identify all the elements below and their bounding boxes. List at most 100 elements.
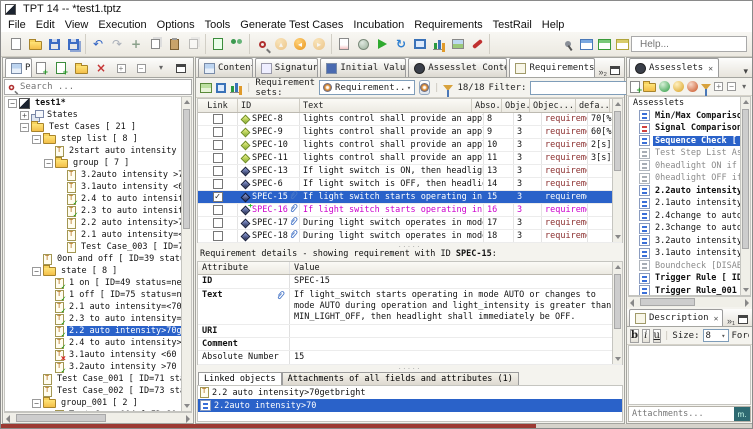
filter-input[interactable] <box>530 81 638 95</box>
save-icon[interactable] <box>45 35 63 53</box>
view-menu-icon[interactable]: ▾ <box>743 66 748 77</box>
help-search-box[interactable] <box>631 36 747 52</box>
scroll-up-icon[interactable] <box>615 265 621 269</box>
run-tests-icon[interactable] <box>373 35 391 53</box>
new-variant-icon[interactable] <box>52 59 70 77</box>
project-tree-item[interactable]: 2.3 to auto intensity=<70getdar <box>5 313 191 325</box>
menu-item-file[interactable]: File <box>3 19 31 31</box>
requirement-document-icon[interactable] <box>216 79 226 97</box>
tab-assesslet-content[interactable]: Assesslet Content <box>408 58 507 77</box>
details-row[interactable]: Absolute Number15 <box>198 351 622 365</box>
project-tree-item[interactable]: Test Case_001 [ ID=71 status=new <box>5 373 191 385</box>
project-hscrollbar[interactable] <box>4 412 192 423</box>
project-tree-item[interactable]: 3.2auto intensity >70 and >3s <box>5 361 191 373</box>
project-tree-item[interactable]: −Test Cases [ 21 ] <box>5 121 191 133</box>
assesslet-item[interactable]: 3.2auto intensity>70 3s [ II <box>629 235 750 248</box>
assesslet-item[interactable]: Assesslets <box>629 97 750 110</box>
project-tree-item[interactable]: 2.4 to auto intensity>70 [ <box>5 193 191 205</box>
link-checkbox[interactable] <box>213 127 223 137</box>
scroll-thumb[interactable] <box>614 274 621 329</box>
project-tree-item[interactable]: 2.4 to auto intensity>70getbrig <box>5 337 191 349</box>
assesslet-item[interactable]: 0headlight ON if switch ON <box>629 160 750 173</box>
details-row[interactable]: TextIf light_switch starts operating in … <box>198 289 622 325</box>
assesslet-item[interactable]: Boundcheck [DISABLED] [ ID=1 <box>629 260 750 273</box>
perspective-yellow-icon[interactable] <box>613 35 631 53</box>
open-assesslet-icon[interactable] <box>643 78 656 96</box>
search-icon[interactable] <box>253 35 271 53</box>
requirement-row[interactable]: SPEC-18During light switch operates in m… <box>198 230 622 243</box>
project-tree-item[interactable]: 2.2 auto intensity>70 [ ID= <box>5 217 191 229</box>
collapse-icon[interactable]: − <box>32 267 41 276</box>
column-header-objec[interactable]: Objec... <box>530 99 576 112</box>
details-row[interactable]: IDSPEC-15 <box>198 275 622 289</box>
assesslet-item[interactable]: 0headlight OFF if switch OFF <box>629 172 750 185</box>
requirement-row[interactable]: SPEC-8lights control shall provide an ap… <box>198 113 622 126</box>
requirement-row[interactable]: SPEC-17During light switch operates in m… <box>198 217 622 230</box>
copy-icon[interactable] <box>146 35 164 53</box>
build-tools-icon[interactable] <box>468 35 486 53</box>
save-all-icon[interactable] <box>64 35 82 53</box>
image-viewer-icon[interactable] <box>449 35 467 53</box>
view-menu-icon[interactable]: ▾ <box>739 78 749 96</box>
attachments-button[interactable]: m. <box>734 407 750 421</box>
project-tree-item[interactable]: −step list [ 8 ] <box>5 133 191 145</box>
report-icon[interactable] <box>335 35 353 53</box>
attachments-input[interactable] <box>629 409 734 419</box>
chart-icon[interactable] <box>430 35 448 53</box>
attachments-field[interactable]: m. <box>628 406 751 422</box>
assesslet-item[interactable]: Sequence Check [ ID=33 ] <box>629 135 750 148</box>
menu-item-generate-test-cases[interactable]: Generate Test Cases <box>235 19 348 31</box>
project-tree-item[interactable]: 2.3 to auto intensity=<70 [ <box>5 205 191 217</box>
scroll-thumb[interactable] <box>614 111 621 171</box>
project-tree-item[interactable]: −group [ 7 ] <box>5 157 191 169</box>
expand-icon[interactable]: + <box>20 111 29 120</box>
open-project-icon[interactable] <box>26 35 44 53</box>
collapse-icon[interactable]: − <box>32 135 41 144</box>
scroll-left-icon[interactable] <box>630 299 634 307</box>
project-tree-item[interactable]: 0on and off [ ID=39 status=new ] <box>5 253 191 265</box>
link-checkbox[interactable] <box>213 231 223 241</box>
linked-tab-1[interactable]: Attachments of all fields and attributes… <box>282 372 519 385</box>
tab-content[interactable]: Content <box>198 58 253 77</box>
requirement-row[interactable]: SPEC-11lights control shall provide an a… <box>198 152 622 165</box>
link-checkbox[interactable] <box>213 218 223 228</box>
tab-overflow-indicator[interactable]: »₁ <box>727 316 735 326</box>
requirement-row[interactable]: SPEC-13If light switch is ON, then headl… <box>198 165 622 178</box>
menu-item-options[interactable]: Options <box>152 19 200 31</box>
assesslet-item[interactable]: Test Step List Assessments <box>629 147 750 160</box>
menu-item-incubation[interactable]: Incubation <box>348 19 409 31</box>
help-input[interactable] <box>638 38 728 51</box>
perspective-blue-icon[interactable] <box>577 35 595 53</box>
menu-item-requirements[interactable]: Requirements <box>409 19 487 31</box>
duplicate-icon[interactable] <box>184 35 202 53</box>
requirement-set-button[interactable] <box>419 80 430 95</box>
project-tree-item[interactable]: −test1* <box>5 97 191 109</box>
italic-button[interactable]: i <box>642 329 650 343</box>
column-header-abso[interactable]: Abso... <box>472 99 502 112</box>
filter-icon[interactable] <box>701 78 711 96</box>
project-tree-item[interactable]: Test Case_002 [ ID=73 status=new <box>5 385 191 397</box>
project-vscrollbar[interactable] <box>181 97 191 411</box>
project-tree-item[interactable]: −state [ 8 ] <box>5 265 191 277</box>
project-tree-item[interactable]: 3.2auto intensity >70 and >3 <box>5 169 191 181</box>
navigate-back-icon[interactable]: ◂ <box>291 35 309 53</box>
size-combo[interactable]: 8 ▾ <box>703 329 729 342</box>
linked-item[interactable]: 2.2 auto intensity>70getbright <box>198 386 622 399</box>
assesslet-item[interactable]: Trigger Rule [ ID=29 ] <box>629 272 750 285</box>
close-icon[interactable]: ✕ <box>714 314 719 323</box>
perspective-green-icon[interactable] <box>595 35 613 53</box>
expand-all-icon[interactable]: + <box>714 78 724 96</box>
assesslet-item[interactable]: 2.2auto intensity>70 [ ID=4 <box>629 185 750 198</box>
assesslet-item[interactable]: 3.1auto intensity<60 2s [ II <box>629 247 750 260</box>
assesslet-item[interactable]: 2.1auto intensity<70 [ ID=5 <box>629 197 750 210</box>
menu-item-tools[interactable]: Tools <box>200 19 236 31</box>
project-tree-item[interactable]: +States <box>5 109 191 121</box>
paste-icon[interactable] <box>165 35 183 53</box>
project-tree-item[interactable]: 3.1auto intensity <60 and >2s <box>5 349 191 361</box>
collapse-all-icon[interactable]: − <box>727 78 737 96</box>
dashboard-icon[interactable] <box>411 35 429 53</box>
column-header-defa[interactable]: defa... <box>576 99 610 112</box>
table-vscrollbar[interactable] <box>612 99 622 242</box>
expand-all-icon[interactable]: + <box>112 59 130 77</box>
scroll-thumb[interactable] <box>16 414 106 422</box>
